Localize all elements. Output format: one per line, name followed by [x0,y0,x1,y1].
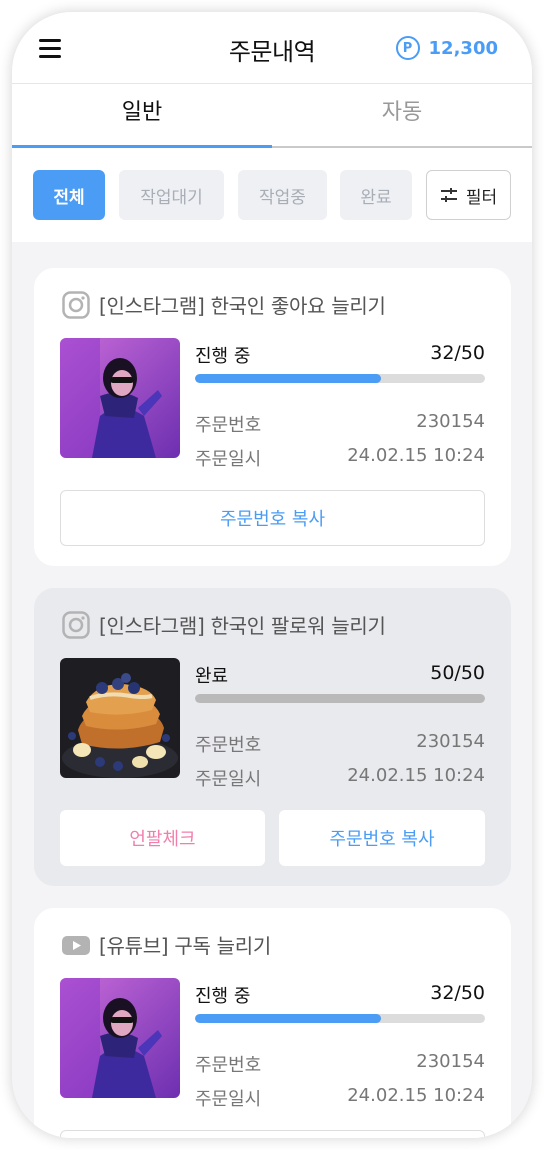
order-title-text: [인스타그램] 한국인 팔로워 늘리기 [99,614,386,638]
order-status-row: 진행 중 32/50 [195,982,485,1008]
order-title: [인스타그램] 한국인 좋아요 늘리기 [62,290,386,319]
order-date-value: 24.02.15 10:24 [347,1085,485,1106]
order-date-row: 주문일시 24.02.15 10:24 [195,765,485,791]
app-header: 주문내역 P 12,300 [12,12,532,84]
youtube-icon [62,935,90,955]
order-date-label: 주문일시 [195,1089,262,1110]
order-date-value: 24.02.15 10:24 [347,445,485,466]
order-title-text: [유튜브] 구독 늘리기 [99,934,271,958]
order-progress-fill [195,374,381,383]
order-number-row: 주문번호 230154 [195,411,485,437]
copy-order-number-button[interactable]: 주문번호 복사 [279,810,485,866]
instagram-icon [62,290,90,319]
order-title-text: [인스타그램] 한국인 좋아요 늘리기 [99,294,386,318]
order-date-row: 주문일시 24.02.15 10:24 [195,1085,485,1111]
order-status-row: 진행 중 32/50 [195,342,485,368]
order-action-button[interactable] [60,1130,485,1138]
tab-general[interactable]: 일반 [12,84,272,148]
points-icon: P [395,36,420,60]
order-number-row: 주문번호 230154 [195,1051,485,1077]
order-number-label: 주문번호 [195,415,262,436]
order-count: 32/50 [430,982,485,1004]
points-balance[interactable]: P 12,300 [395,36,498,60]
order-status: 진행 중 [195,346,251,367]
filter-chip-all[interactable]: 전체 [33,170,105,220]
filter-button-label: 필터 [465,187,498,208]
order-status: 진행 중 [195,986,251,1007]
order-number-value: 230154 [416,1051,485,1072]
filter-chip-waiting[interactable]: 작업대기 [119,170,224,220]
order-number-value: 230154 [416,411,485,432]
order-card: [인스타그램] 한국인 팔로워 늘리기 완료 50/50 주문번호 230154… [34,588,511,886]
order-title: [유튜브] 구독 늘리기 [62,930,271,959]
filter-chip-in-progress[interactable]: 작업중 [238,170,327,220]
order-status-row: 완료 50/50 [195,662,485,688]
order-number-label: 주문번호 [195,735,262,756]
order-status: 완료 [195,666,229,687]
order-card: [유튜브] 구독 늘리기 진행 중 32/50 주문번호 230154 주문일시… [34,908,511,1138]
order-type-tabs: 일반 자동 [12,84,532,148]
order-progress-bar [195,374,485,383]
unfollow-check-button[interactable]: 언팔체크 [60,810,265,866]
tab-auto[interactable]: 자동 [272,84,532,148]
instagram-icon [62,610,90,639]
order-number-row: 주문번호 230154 [195,731,485,757]
order-count: 50/50 [430,662,485,684]
filter-button[interactable]: 필터 [426,170,511,220]
order-date-value: 24.02.15 10:24 [347,765,485,786]
copy-order-number-button[interactable]: 주문번호 복사 [60,490,485,546]
order-progress-fill [195,694,485,703]
order-title: [인스타그램] 한국인 팔로워 늘리기 [62,610,386,639]
order-number-label: 주문번호 [195,1055,262,1076]
sliders-icon [440,188,457,202]
order-progress-fill [195,1014,381,1023]
order-progress-bar [195,1014,485,1023]
order-card: [인스타그램] 한국인 좋아요 늘리기 진행 중 32/50 주문번호 2301… [34,268,511,566]
order-count: 32/50 [430,342,485,364]
status-filter-bar: 전체 작업대기 작업중 완료 필터 [12,148,532,242]
order-thumbnail [60,338,180,458]
filter-chip-complete[interactable]: 완료 [340,170,412,220]
order-number-value: 230154 [416,731,485,752]
phone-frame: 주문내역 P 12,300 일반 자동 전체 작업대기 작업중 완료 필터 [인… [12,12,532,1138]
points-value: 12,300 [428,37,498,59]
order-progress-bar [195,694,485,703]
order-date-label: 주문일시 [195,449,262,470]
order-thumbnail [60,978,180,1098]
order-date-label: 주문일시 [195,769,262,790]
order-thumbnail [60,658,180,778]
order-date-row: 주문일시 24.02.15 10:24 [195,445,485,471]
